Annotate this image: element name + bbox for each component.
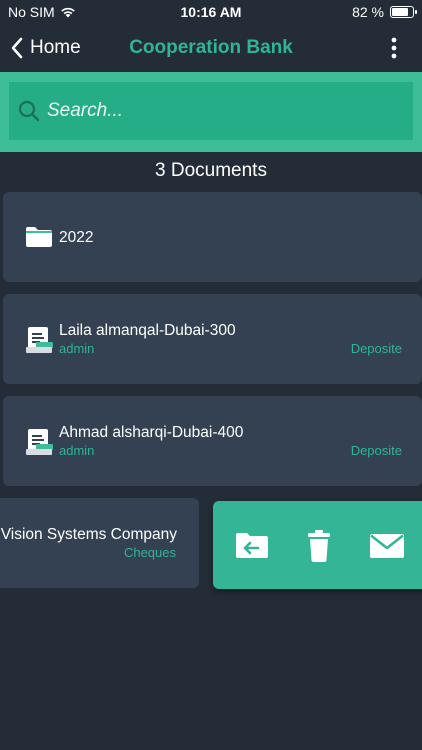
document-count: 3 Documents (155, 160, 267, 181)
more-vertical-icon[interactable] (388, 36, 400, 60)
envelope-icon[interactable] (370, 534, 404, 558)
folder-move-icon[interactable] (235, 532, 269, 559)
document-type: Cheques (123, 545, 176, 560)
document-title: Vision Systems Company (0, 526, 177, 543)
document-row[interactable]: Laila almanqal-Dubai-300 admin Deposite (3, 294, 422, 384)
battery-icon (390, 6, 417, 18)
document-icon (26, 327, 53, 353)
navigation-bar: Home Cooperation Bank (0, 24, 422, 72)
folder-icon (26, 227, 52, 247)
document-type: Deposite (350, 341, 402, 356)
document-owner: admin (59, 341, 95, 356)
battery-percent: 82 % (352, 4, 384, 20)
document-row[interactable]: Ahmad alsharqi-Dubai-400 admin Deposite (3, 396, 422, 486)
document-type: Deposite (350, 443, 402, 458)
page-title: Cooperation Bank (129, 37, 293, 58)
document-title: Laila almanqal-Dubai-300 (59, 322, 236, 339)
folder-name: 2022 (59, 229, 94, 246)
document-owner: admin (59, 443, 95, 458)
search-bar (0, 72, 422, 152)
document-title: Ahmad alsharqi-Dubai-400 (59, 424, 244, 441)
search-input[interactable] (41, 82, 413, 140)
search-box[interactable] (9, 82, 413, 140)
document-icon (26, 429, 53, 455)
swipe-actions (213, 501, 422, 589)
search-icon (18, 100, 40, 122)
status-bar: No SIM 10:16 AM 82 % (0, 0, 422, 24)
document-row-swiped[interactable]: Vision Systems Company Cheques (0, 498, 199, 588)
folder-row-2022[interactable]: 2022 (3, 192, 422, 282)
trash-icon[interactable] (307, 530, 331, 562)
